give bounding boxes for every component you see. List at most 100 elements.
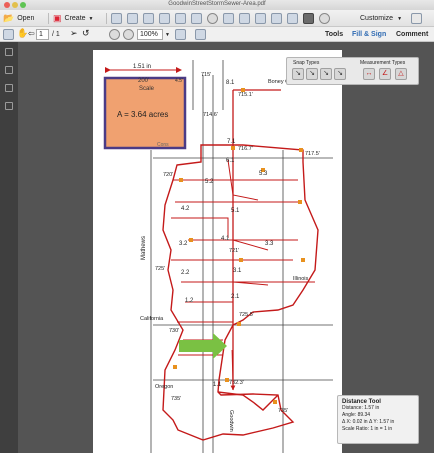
snap-types-label: Snap Types (293, 60, 320, 66)
pipe-label: 1.1 (213, 382, 222, 388)
snap-midpoint-icon[interactable]: ↘ (306, 68, 318, 80)
pipe-label: 4.1 (221, 236, 230, 242)
area-tool-icon[interactable]: △ (395, 68, 407, 80)
elevation-label: 725' (155, 266, 165, 272)
layers-icon[interactable] (5, 102, 13, 110)
elevation-label: 730' (169, 328, 179, 334)
text-edit-icon[interactable] (271, 13, 282, 24)
window-title: GoodwinStreetStormSewer-Area.pdf (168, 1, 266, 7)
tab-comment[interactable]: Comment (396, 27, 428, 42)
dimension-label: 1.51 in (133, 64, 151, 70)
corner-bottom-label: Cons (157, 142, 169, 148)
scale-ratio: Scale Ratio: 1 in = 1 in (342, 426, 393, 432)
pipe-label: 5.2 (205, 179, 214, 185)
main-toolbar: 📂 Open ▣ Create ▼ Customize ▼ (0, 10, 434, 27)
street-goodwin: Goodwin (228, 410, 234, 432)
arrow-icon[interactable]: ➢ (70, 28, 78, 39)
zoom-in-icon[interactable] (123, 29, 134, 40)
page-number-input[interactable]: 1 (36, 29, 49, 40)
comment-icon[interactable] (175, 13, 186, 24)
elevation-label: 725.5' (239, 312, 254, 318)
folder-icon: 📂 (3, 13, 15, 23)
save-icon[interactable] (111, 13, 122, 24)
hand-tool-icon[interactable]: ✋ (17, 28, 28, 39)
street-oregon: Oregon (155, 384, 173, 390)
corner-label: 4.5' (175, 78, 183, 84)
elevation-label: 735' (171, 396, 181, 402)
navigation-toolbar: ✋ ⇦ 1 / 1 ➢ ↺ 100% ▼ Tools Fill & Sign C… (0, 27, 434, 42)
previous-page-icon[interactable]: ⇦ (28, 29, 35, 38)
zoom-out-icon[interactable] (109, 29, 120, 40)
street-california: California (140, 316, 164, 322)
elevation-label: 732.3' (229, 380, 244, 386)
elevation-label: 717.5' (305, 151, 320, 157)
street-mathews: Mathews (141, 236, 147, 260)
sewer-plan-drawing: 1.51 in 200' Scale 4.5' A = 3.64 acres C… (103, 60, 333, 453)
fit-page-icon[interactable] (175, 29, 186, 40)
elevation-label: 714.6' (203, 112, 218, 118)
page-thumbnails-icon[interactable] (5, 48, 13, 56)
pipe-label: 3.1 (233, 268, 242, 274)
street-illinois: Illinois (293, 276, 309, 282)
markup-icon[interactable] (255, 13, 266, 24)
scale-value: 200' (138, 78, 149, 84)
pipe-label: 4.2 (181, 206, 190, 212)
chevron-down-icon[interactable]: ▼ (165, 32, 170, 38)
select-tool-icon[interactable] (3, 29, 14, 40)
inlet-markers (173, 88, 305, 404)
chevron-down-icon: ▼ (397, 15, 403, 22)
measurement-types-label: Measurement Types (360, 60, 406, 66)
snap-path-icon[interactable]: ↘ (320, 68, 332, 80)
page-total: / 1 (52, 31, 60, 38)
angle-value: Angle: 89.34 (342, 412, 371, 418)
elevation-label: 716.7' (238, 146, 253, 152)
help-icon[interactable] (319, 13, 330, 24)
create-label: Create (64, 15, 86, 22)
pipe-label: 3.3 (265, 241, 274, 247)
distance-value: Distance: 1.57 in (342, 405, 380, 411)
chevron-down-icon: ▼ (88, 15, 94, 22)
acrobat-window: GoodwinStreetStormSewer-Area.pdf 📂 Open … (0, 0, 434, 453)
tab-fill-sign[interactable]: Fill & Sign (352, 27, 386, 42)
distance-tool-icon[interactable]: ↔ (363, 68, 375, 80)
pipe-label: 2.1 (231, 294, 240, 300)
settings-icon[interactable] (207, 13, 218, 24)
stamp-icon[interactable] (223, 13, 234, 24)
delta-values: Δ X: 0.02 in Δ Y: 1.57 in (342, 419, 395, 425)
rotate-icon[interactable]: ↺ (82, 28, 90, 39)
customize-button[interactable]: Customize ▼ (360, 12, 402, 25)
measure-tool-icon[interactable] (303, 13, 314, 24)
perimeter-tool-icon[interactable]: ∠ (379, 68, 391, 80)
open-label: Open (17, 15, 35, 22)
pipe-label: 3.2 (179, 241, 188, 247)
scale-label: Scale (139, 86, 155, 92)
grid-icon[interactable] (287, 13, 298, 24)
attachments-icon[interactable] (5, 84, 13, 92)
pipe-label: 8.1 (226, 80, 235, 86)
pdf-page: 1.51 in 200' Scale 4.5' A = 3.64 acres C… (93, 50, 342, 453)
elevation-label: 735' (278, 408, 288, 414)
create-pdf-icon: ▣ (53, 13, 62, 23)
elevation-label: 721' (229, 248, 239, 254)
highlight-icon[interactable] (191, 13, 202, 24)
zoom-input[interactable]: 100% (137, 29, 163, 40)
cloud-upload-icon[interactable] (127, 13, 138, 24)
attach-icon[interactable] (239, 13, 250, 24)
toolbar-divider (48, 13, 49, 24)
bookmarks-icon[interactable] (5, 66, 13, 74)
email-icon[interactable] (159, 13, 170, 24)
print-icon[interactable] (143, 13, 154, 24)
create-button[interactable]: ▣ Create ▼ (53, 12, 93, 25)
open-button[interactable]: 📂 Open (3, 12, 34, 25)
pipe-label: 2.2 (181, 270, 190, 276)
snap-endpoint-icon[interactable]: ↘ (292, 68, 304, 80)
elevation-label: 715.1' (238, 92, 253, 98)
snap-intersection-icon[interactable]: ↘ (334, 68, 346, 80)
fullscreen-icon[interactable] (195, 29, 206, 40)
left-navigation-rail (0, 42, 18, 453)
measure-options-panel: Snap Types Measurement Types ↘ ↘ ↘ ↘ ↔ ∠… (286, 57, 419, 85)
tab-tools[interactable]: Tools (325, 27, 343, 42)
expand-icon[interactable] (411, 13, 422, 24)
elevation-label: 720' (163, 172, 173, 178)
toolbar-divider (106, 13, 107, 24)
